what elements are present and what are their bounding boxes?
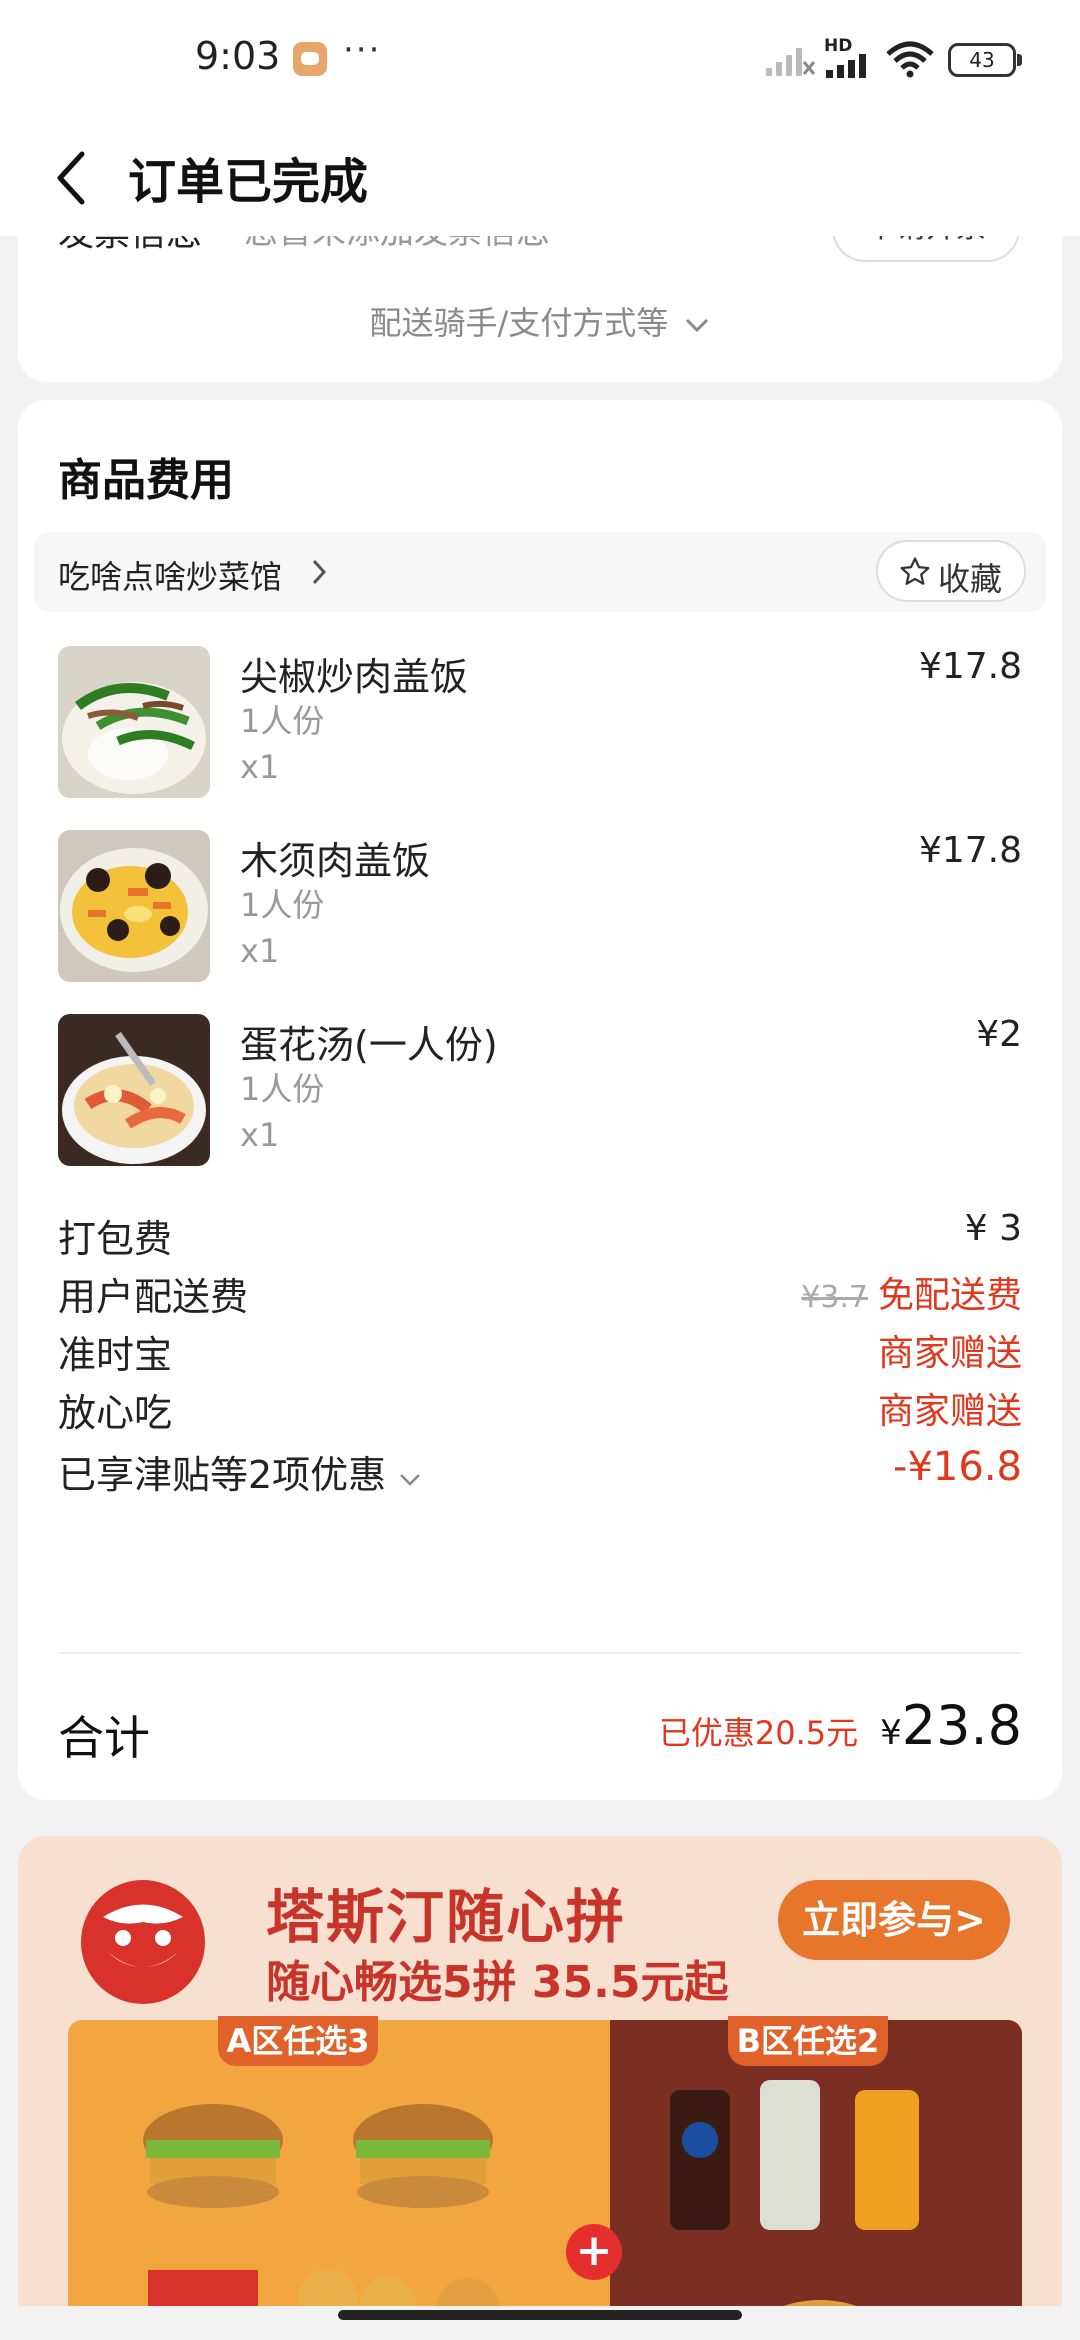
total-amount: 已优惠20.5元 ¥23.8 [659, 1694, 1022, 1757]
ontime-value: 商家赠送 [877, 1333, 1022, 1374]
order-info-card: 发票信息 您暂未添加发票信息 申请开票 配送骑手/支付方式等 [18, 236, 1062, 382]
item-price: ¥2 [976, 1014, 1022, 1055]
packing-fee-value: ¥ 3 [964, 1208, 1022, 1249]
chevron-down-icon [686, 318, 709, 333]
safe-eat-row: 放心吃 商家赠送 [58, 1382, 1022, 1442]
status-time: 9:03 [195, 34, 281, 78]
more-notifications-icon: ··· [343, 30, 382, 70]
order-item[interactable]: 蛋花汤(一人份) 1人份 x1 ¥2 [58, 1014, 1022, 1174]
divider [58, 1652, 1022, 1654]
item-image [58, 646, 210, 798]
item-name: 蛋花汤(一人份) [240, 1023, 498, 1067]
saved-amount: 已优惠20.5元 [658, 1714, 859, 1752]
wifi-icon [886, 41, 934, 78]
delivery-fee-row: 用户配送费 ¥3.7 免配送费 [58, 1266, 1022, 1326]
delivery-fee-value: 免配送费 [877, 1275, 1022, 1316]
delivery-original-price: ¥3.7 [801, 1280, 868, 1315]
total-label: 合计 [58, 1711, 150, 1765]
apply-invoice-button[interactable]: 申请开票 [832, 236, 1020, 262]
item-spec: 1人份 [240, 1070, 325, 1108]
item-price: ¥17.8 [918, 830, 1022, 871]
more-details-label: 配送骑手/支付方式等 [369, 304, 669, 342]
status-bar: 9:03 ··· HD 43 [0, 0, 1080, 118]
item-spec: 1人份 [240, 886, 325, 924]
item-name: 尖椒炒肉盖饭 [240, 655, 469, 699]
item-quantity: x1 [240, 1116, 280, 1154]
more-details-toggle[interactable]: 配送骑手/支付方式等 [18, 298, 1062, 344]
item-image [58, 830, 210, 982]
zone-b-label: B区任选2 [728, 2016, 888, 2066]
hd-label: HD [824, 36, 853, 56]
favorite-label: 收藏 [938, 560, 1003, 598]
promo-banner[interactable]: 塔斯汀随心拼 随心畅选5拼 35.5元起 立即参与> A区任选3 B区任选2 + [18, 1836, 1062, 2306]
shop-name-link[interactable]: 吃啥点啥炒菜馆 [58, 552, 282, 598]
item-image [58, 1014, 210, 1166]
section-title: 商品费用 [58, 455, 234, 506]
safe-eat-label: 放心吃 [58, 1391, 173, 1435]
delivery-fee-label: 用户配送费 [58, 1275, 249, 1319]
ontime-label: 准时宝 [58, 1333, 173, 1377]
order-item[interactable]: 木须肉盖饭 1人份 x1 ¥17.8 [58, 830, 1022, 990]
brand-logo-icon [81, 1880, 205, 2004]
item-name: 木须肉盖饭 [240, 839, 431, 883]
chevron-right-icon[interactable] [310, 557, 328, 587]
item-quantity: x1 [240, 932, 280, 970]
join-now-button[interactable]: 立即参与> [778, 1880, 1010, 1960]
item-price: ¥17.8 [918, 646, 1022, 687]
safe-eat-value: 商家赠送 [877, 1391, 1022, 1432]
page-title: 订单已完成 [128, 154, 369, 210]
order-item[interactable]: 尖椒炒肉盖饭 1人份 x1 ¥17.8 [58, 646, 1022, 806]
goods-card: 商品费用 吃啥点啥炒菜馆 收藏 尖椒炒肉盖饭 1人份 x1 ¥17.8 木须肉盖… [18, 400, 1062, 1800]
total-value: 23.8 [901, 1694, 1022, 1757]
shop-bar: 吃啥点啥炒菜馆 收藏 [34, 532, 1046, 612]
favorite-button[interactable]: 收藏 [876, 540, 1026, 602]
chevron-down-icon [400, 1474, 421, 1486]
home-indicator[interactable] [338, 2310, 742, 2320]
promo-title: 塔斯汀随心拼 [266, 1883, 627, 1951]
signal-weak-icon [766, 48, 816, 76]
zone-a-label: A区任选3 [218, 2016, 378, 2066]
signal-strong-icon [826, 54, 866, 78]
discount-label[interactable]: 已享津贴等2项优惠 [58, 1444, 422, 1499]
back-arrow-icon[interactable] [52, 150, 92, 206]
invoice-value: 您暂未添加发票信息 [244, 236, 550, 253]
battery-indicator: 43 [948, 43, 1022, 77]
packing-fee-row: 打包费 ¥ 3 [58, 1208, 1022, 1268]
packing-fee-label: 打包费 [58, 1217, 173, 1261]
currency-symbol: ¥ [880, 1713, 902, 1753]
message-app-icon [293, 42, 327, 76]
plus-icon: + [566, 2224, 622, 2280]
discount-row[interactable]: 已享津贴等2项优惠 -¥16.8 [58, 1444, 1022, 1504]
discount-label-text: 已享津贴等2项优惠 [58, 1453, 387, 1497]
star-outline-icon [900, 557, 930, 585]
discount-value: -¥16.8 [893, 1444, 1022, 1490]
ontime-row: 准时宝 商家赠送 [58, 1324, 1022, 1384]
promo-subtitle: 随心畅选5拼 35.5元起 [266, 1957, 729, 2008]
invoice-label: 发票信息 [58, 236, 202, 256]
item-spec: 1人份 [240, 702, 325, 740]
item-quantity: x1 [240, 748, 280, 786]
